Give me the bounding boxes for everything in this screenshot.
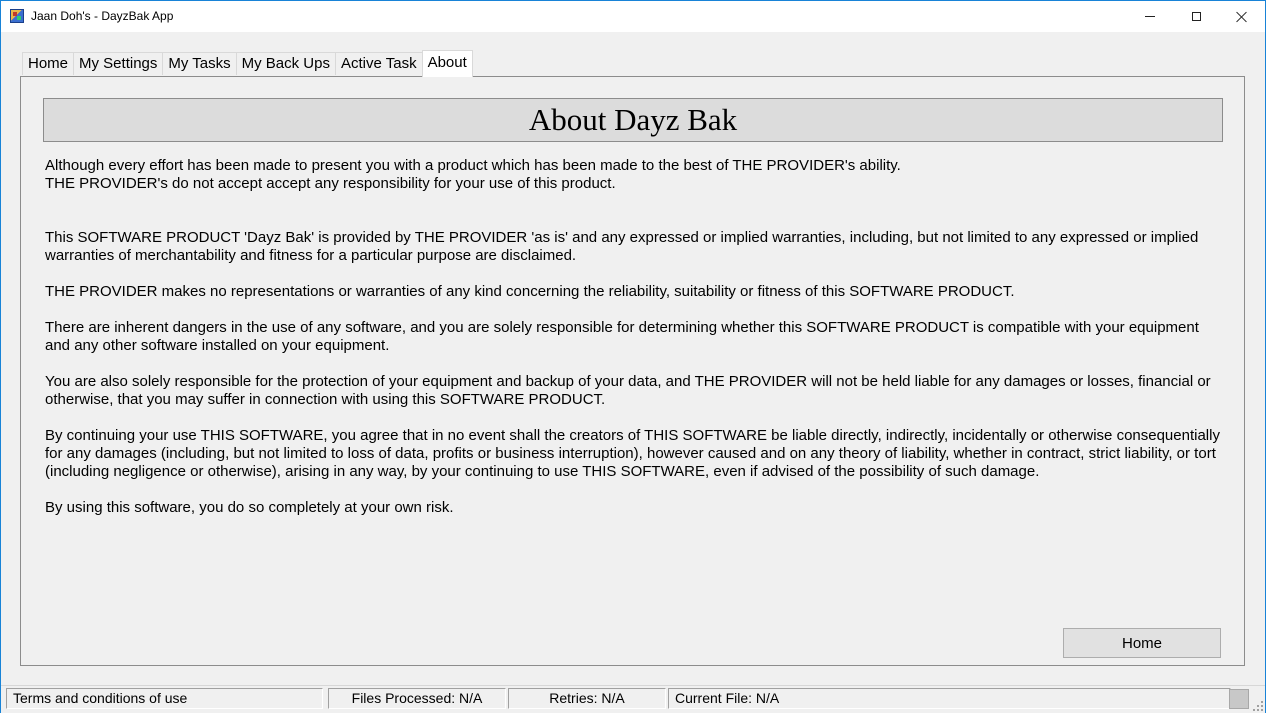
files-processed-status: Files Processed: N/A: [328, 688, 506, 709]
title-bar[interactable]: Jaan Doh's - DayzBak App: [1, 1, 1265, 32]
disclaimer-paragraph: By using this software, you do so comple…: [45, 499, 454, 516]
minimize-button[interactable]: [1127, 1, 1173, 32]
maximize-button[interactable]: [1173, 1, 1219, 32]
disclaimer-paragraph: By continuing your use THIS SOFTWARE, yo…: [45, 427, 1220, 480]
tab-strip: Home My Settings My Tasks My Back Ups Ac…: [22, 50, 473, 77]
close-button[interactable]: [1219, 1, 1265, 32]
intro-line: Although every effort has been made to p…: [45, 157, 901, 174]
status-progress-box: [1229, 689, 1249, 709]
tab-my-tasks[interactable]: My Tasks: [162, 52, 237, 75]
app-window: Jaan Doh's - DayzBak App Home My Setting…: [0, 0, 1266, 713]
terms-link[interactable]: Terms and conditions of use: [6, 688, 323, 709]
maximize-icon: [1191, 12, 1201, 21]
disclaimer-paragraph: THE PROVIDER makes no representations or…: [45, 283, 1015, 300]
minimize-icon: [1145, 16, 1155, 17]
tab-active-task[interactable]: Active Task: [334, 52, 423, 75]
status-bar: Terms and conditions of use Files Proces…: [1, 685, 1265, 713]
tab-my-settings[interactable]: My Settings: [73, 52, 164, 75]
tab-about[interactable]: About: [421, 50, 473, 77]
about-panel: About Dayz Bak Although every effort has…: [20, 76, 1245, 666]
window-title: Jaan Doh's - DayzBak App: [31, 9, 174, 23]
current-file-status: Current File: N/A: [668, 688, 1231, 709]
intro-paragraph: Although every effort has been made to p…: [45, 157, 1225, 193]
retries-status: Retries: N/A: [508, 688, 666, 709]
intro-line: THE PROVIDER's do not accept accept any …: [45, 175, 616, 192]
disclaimer-paragraph: This SOFTWARE PRODUCT 'Dayz Bak' is prov…: [45, 229, 1199, 264]
resize-grip-icon[interactable]: [1253, 701, 1263, 711]
disclaimer-paragraph: You are also solely responsible for the …: [45, 373, 1211, 408]
disclaimer-paragraph: There are inherent dangers in the use of…: [45, 319, 1199, 354]
tab-my-back-ups[interactable]: My Back Ups: [235, 52, 336, 75]
tab-home[interactable]: Home: [22, 52, 75, 75]
home-button[interactable]: Home: [1063, 628, 1221, 658]
close-icon: [1236, 11, 1248, 23]
app-icon: [10, 9, 24, 23]
page-title: About Dayz Bak: [528, 102, 738, 137]
disclaimer-text: Although every effort has been made to p…: [45, 157, 1225, 517]
heading-banner: About Dayz Bak: [43, 98, 1223, 142]
